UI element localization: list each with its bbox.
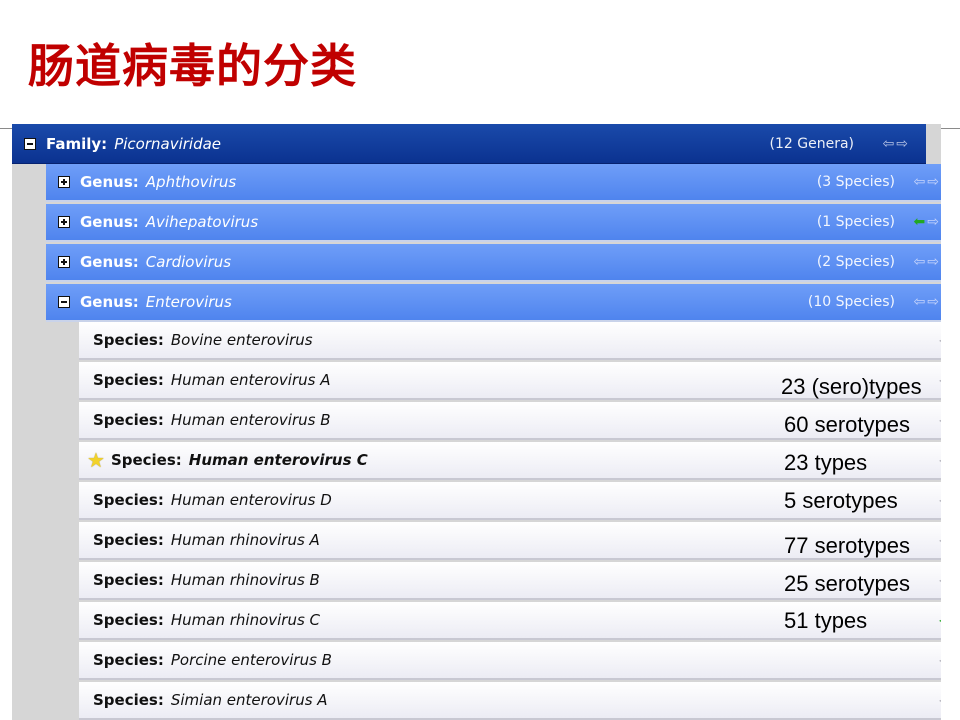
genus-rank-label: Genus: bbox=[80, 253, 139, 271]
slide-title: 肠道病毒的分类 bbox=[28, 39, 357, 93]
arrow-left-icon[interactable]: ◂ bbox=[939, 453, 941, 467]
arrow-left-icon[interactable]: ◂ bbox=[939, 493, 941, 507]
species-name: Human enterovirus B bbox=[170, 411, 331, 429]
genus-rank-label: Genus: bbox=[80, 173, 139, 191]
plus-box-icon[interactable] bbox=[58, 176, 70, 188]
species-name: Human enterovirus C bbox=[188, 451, 368, 469]
arrow-left-icon[interactable]: ◂ bbox=[939, 613, 941, 627]
species-name: Human enterovirus A bbox=[170, 371, 331, 389]
arrow-left-icon[interactable]: ◂ bbox=[939, 693, 941, 707]
species-rank-label: Species: bbox=[93, 491, 164, 509]
species-row[interactable]: Species: Porcine enterovirus B ◂ bbox=[79, 642, 941, 680]
species-rank-label: Species: bbox=[110, 451, 182, 469]
species-rank-label: Species: bbox=[93, 331, 164, 349]
plus-box-icon[interactable] bbox=[58, 216, 70, 228]
arrow-right-icon[interactable]: ⇨ bbox=[927, 175, 939, 189]
genus-nav: ⇦ ⇨ bbox=[914, 255, 939, 269]
species-name: Simian enterovirus A bbox=[170, 691, 328, 709]
family-count: (12 Genera) bbox=[769, 135, 854, 152]
serotype-note: 77 serotypes bbox=[784, 533, 910, 558]
family-rank-label: Family: bbox=[46, 134, 108, 153]
genus-name: Enterovirus bbox=[145, 293, 232, 311]
collapse-family-icon[interactable] bbox=[24, 137, 36, 150]
arrow-right-icon[interactable]: ⇨ bbox=[896, 137, 908, 151]
species-rank-label: Species: bbox=[93, 651, 164, 669]
species-name: Porcine enterovirus B bbox=[170, 651, 332, 669]
serotype-note: 23 types bbox=[784, 450, 868, 475]
genus-nav: ⬅ ⇨ bbox=[914, 215, 939, 229]
family-nav: ⇦ ⇨ bbox=[883, 137, 908, 151]
species-rank-label: Species: bbox=[93, 571, 164, 589]
species-name: Human rhinovirus C bbox=[170, 611, 321, 629]
arrow-right-icon[interactable]: ⇨ bbox=[927, 295, 939, 309]
species-name: Human rhinovirus A bbox=[170, 531, 320, 549]
species-row[interactable]: Species: Bovine enterovirus ◂ bbox=[79, 322, 941, 360]
species-row[interactable]: Species: Simian enterovirus A ◂ bbox=[79, 682, 941, 720]
genus-count: (1 Species) bbox=[816, 214, 895, 230]
genus-row-enterovirus[interactable]: Genus: Enterovirus (10 Species) ⇦ ⇨ bbox=[46, 284, 941, 322]
plus-box-icon[interactable] bbox=[58, 256, 70, 268]
arrow-left-icon[interactable]: ◂ bbox=[939, 533, 941, 547]
species-rank-label: Species: bbox=[93, 531, 164, 549]
arrow-left-icon[interactable]: ◂ bbox=[939, 333, 941, 347]
arrow-left-icon[interactable]: ⇦ bbox=[883, 137, 895, 151]
species-name: Human enterovirus D bbox=[170, 491, 332, 509]
minus-box-icon[interactable] bbox=[58, 296, 70, 308]
family-row[interactable]: Family: Picornaviridae (12 Genera) ⇦ ⇨ bbox=[12, 124, 926, 164]
species-rank-label: Species: bbox=[93, 691, 164, 709]
genus-count: (2 Species) bbox=[816, 254, 895, 270]
serotype-note: 51 types bbox=[784, 608, 868, 633]
genus-nav: ⇦ ⇨ bbox=[914, 175, 939, 189]
species-rank-label: Species: bbox=[93, 411, 164, 429]
genus-name: Aphthovirus bbox=[145, 173, 237, 191]
genus-rank-label: Genus: bbox=[80, 293, 139, 311]
serotype-note: 23 (sero)types bbox=[781, 374, 922, 399]
arrow-left-icon[interactable]: ◂ bbox=[939, 413, 941, 427]
arrow-left-icon[interactable]: ⇦ bbox=[914, 175, 926, 189]
species-name: Human rhinovirus B bbox=[170, 571, 320, 589]
arrow-left-icon[interactable]: ⬅ bbox=[914, 215, 926, 229]
genus-row-cardiovirus[interactable]: Genus: Cardiovirus (2 Species) ⇦ ⇨ bbox=[46, 244, 941, 282]
serotype-note: 25 serotypes bbox=[784, 571, 910, 596]
species-rank-label: Species: bbox=[93, 611, 164, 629]
arrow-right-icon[interactable]: ⇨ bbox=[927, 255, 939, 269]
genus-rank-label: Genus: bbox=[80, 213, 139, 231]
genus-count: (3 Species) bbox=[816, 174, 895, 190]
serotype-note: 5 serotypes bbox=[784, 488, 898, 513]
arrow-left-icon[interactable]: ◂ bbox=[939, 573, 941, 587]
family-name: Picornaviridae bbox=[114, 134, 222, 153]
star-icon: ★ bbox=[87, 448, 105, 472]
arrow-left-icon[interactable]: ⇦ bbox=[914, 255, 926, 269]
arrow-right-icon[interactable]: ⇨ bbox=[927, 215, 939, 229]
serotype-note: 60 serotypes bbox=[784, 412, 910, 437]
genus-name: Avihepatovirus bbox=[145, 213, 259, 231]
genus-row-avihepatovirus[interactable]: Genus: Avihepatovirus (1 Species) ⬅ ⇨ bbox=[46, 204, 941, 242]
species-name: Bovine enterovirus bbox=[170, 331, 313, 349]
genus-row-aphthovirus[interactable]: Genus: Aphthovirus (3 Species) ⇦ ⇨ bbox=[46, 164, 941, 202]
genus-nav: ⇦ ⇨ bbox=[914, 295, 939, 309]
arrow-left-icon[interactable]: ◂ bbox=[939, 373, 941, 387]
arrow-left-icon[interactable]: ⇦ bbox=[914, 295, 926, 309]
genus-count: (10 Species) bbox=[807, 294, 895, 310]
arrow-left-icon[interactable]: ◂ bbox=[939, 653, 941, 667]
genus-name: Cardiovirus bbox=[145, 253, 232, 271]
species-rank-label: Species: bbox=[93, 371, 164, 389]
